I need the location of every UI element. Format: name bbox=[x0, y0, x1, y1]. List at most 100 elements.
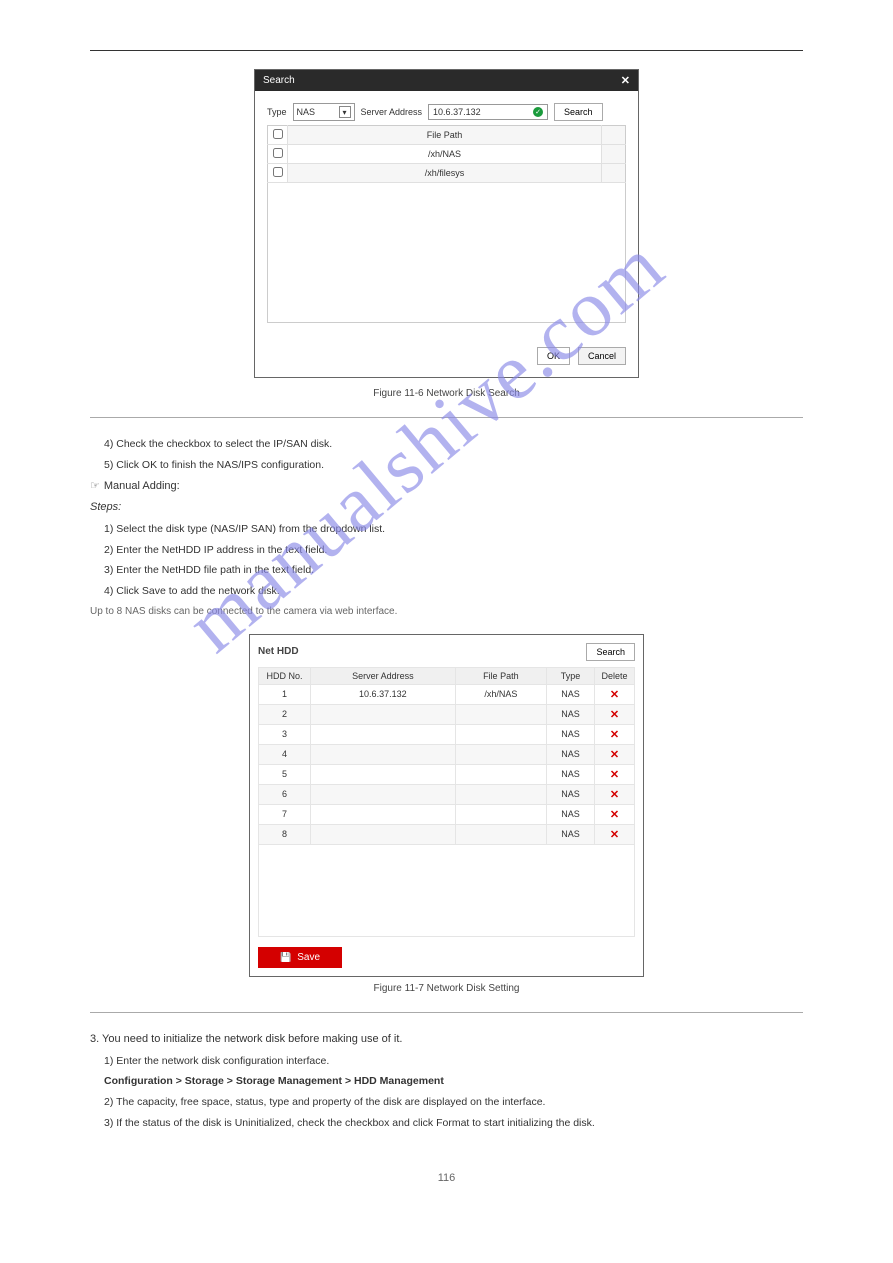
delete-icon[interactable]: ✕ bbox=[610, 749, 619, 761]
delete-icon[interactable]: ✕ bbox=[610, 689, 619, 701]
type-select[interactable]: NAS ▾ bbox=[293, 103, 355, 121]
step-text: 2) Enter the NetHDD IP address in the te… bbox=[90, 542, 803, 559]
cell: 7 bbox=[259, 804, 311, 824]
cell[interactable]: NAS bbox=[547, 724, 595, 744]
hdd-row[interactable]: 4 NAS ✕ bbox=[259, 744, 635, 764]
col-hdd-no: HDD No. bbox=[259, 667, 311, 684]
col-file-path: File Path bbox=[288, 126, 602, 145]
table-row[interactable]: /xh/filesys bbox=[268, 164, 626, 183]
delete-icon[interactable]: ✕ bbox=[610, 789, 619, 801]
cell[interactable] bbox=[311, 784, 456, 804]
hdd-row[interactable]: 110.6.37.132/xh/NASNAS ✕ bbox=[259, 684, 635, 704]
server-addr-label: Server Address bbox=[361, 107, 423, 117]
cell[interactable]: NAS bbox=[547, 804, 595, 824]
cell[interactable] bbox=[455, 764, 546, 784]
cell[interactable] bbox=[455, 744, 546, 764]
row-checkbox[interactable] bbox=[273, 167, 283, 177]
cell[interactable] bbox=[455, 804, 546, 824]
cancel-button[interactable]: Cancel bbox=[578, 347, 626, 365]
step-text: 4) Click Save to add the network disk. bbox=[90, 583, 803, 600]
dialog-titlebar: Search ✕ bbox=[255, 70, 638, 91]
cell[interactable] bbox=[311, 824, 456, 844]
table-row[interactable]: /xh/NAS bbox=[268, 145, 626, 164]
hdd-row[interactable]: 5NAS✕ bbox=[259, 764, 635, 784]
step-text: 1) Enter the network disk configuration … bbox=[90, 1053, 803, 1070]
cell: 1 bbox=[259, 684, 311, 704]
hdd-row[interactable]: 7 NAS ✕ bbox=[259, 804, 635, 824]
empty-space bbox=[267, 183, 626, 323]
cell[interactable] bbox=[455, 824, 546, 844]
hdd-row[interactable]: 2 NAS ✕ bbox=[259, 704, 635, 724]
delete-icon[interactable]: ✕ bbox=[610, 709, 619, 721]
note-text: Up to 8 NAS disks can be connected to th… bbox=[90, 604, 803, 620]
file-path-cell: /xh/filesys bbox=[288, 164, 602, 183]
cell[interactable]: NAS bbox=[547, 684, 595, 704]
cell[interactable] bbox=[311, 764, 456, 784]
col-type: Type bbox=[547, 667, 595, 684]
search-button[interactable]: Search bbox=[554, 103, 603, 121]
select-all-checkbox[interactable] bbox=[273, 129, 283, 139]
cell: 2 bbox=[259, 704, 311, 724]
step-text: 3) Enter the NetHDD file path in the tex… bbox=[90, 562, 803, 579]
cell[interactable]: NAS bbox=[547, 704, 595, 724]
cell: 6 bbox=[259, 784, 311, 804]
hdd-row[interactable]: 8 NAS ✕ bbox=[259, 824, 635, 844]
search-dialog: Search ✕ Type NAS ▾ Server Address 10.6.… bbox=[254, 69, 639, 378]
step-text: 3. You need to initialize the network di… bbox=[90, 1031, 803, 1049]
step-text: 1) Select the disk type (NAS/IP SAN) fro… bbox=[90, 521, 803, 538]
cell[interactable] bbox=[311, 704, 456, 724]
check-icon bbox=[533, 107, 543, 117]
page-number: 116 bbox=[90, 1172, 803, 1184]
nav-path: Configuration > Storage > Storage Manage… bbox=[90, 1073, 803, 1090]
cell[interactable]: 10.6.37.132 bbox=[311, 684, 456, 704]
cell[interactable] bbox=[455, 724, 546, 744]
save-button[interactable]: Save bbox=[258, 947, 342, 968]
col-server-addr: Server Address bbox=[311, 667, 456, 684]
top-rule bbox=[90, 50, 803, 51]
body-text: 4) Check the checkbox to select the IP/S… bbox=[90, 436, 803, 620]
step-text: 4) Check the checkbox to select the IP/S… bbox=[90, 436, 803, 453]
search-results-table: File Path /xh/NAS /xh/filesys bbox=[267, 125, 626, 183]
cell[interactable] bbox=[311, 804, 456, 824]
type-value: NAS bbox=[297, 107, 339, 117]
server-addr-input[interactable]: 10.6.37.132 bbox=[428, 104, 548, 120]
row-checkbox[interactable] bbox=[273, 148, 283, 158]
ok-button[interactable]: OK bbox=[537, 347, 570, 365]
step-text: 2) The capacity, free space, status, typ… bbox=[90, 1094, 803, 1111]
cell[interactable] bbox=[455, 704, 546, 724]
body-text-2: 3. You need to initialize the network di… bbox=[90, 1031, 803, 1132]
save-label: Save bbox=[297, 952, 320, 963]
close-icon[interactable]: ✕ bbox=[621, 74, 630, 87]
dialog-title: Search bbox=[263, 75, 295, 86]
panel-search-button[interactable]: Search bbox=[586, 643, 635, 661]
table-empty-area bbox=[258, 845, 635, 937]
chevron-down-icon[interactable]: ▾ bbox=[339, 106, 351, 118]
cell[interactable]: NAS bbox=[547, 744, 595, 764]
cell: 8 bbox=[259, 824, 311, 844]
server-addr-value: 10.6.37.132 bbox=[433, 107, 481, 117]
manual-heading: Manual Adding: bbox=[90, 478, 803, 496]
net-hdd-panel: Net HDD Search HDD No. Server Address Fi… bbox=[249, 634, 644, 977]
divider bbox=[90, 417, 803, 418]
delete-icon[interactable]: ✕ bbox=[610, 729, 619, 741]
cell[interactable] bbox=[311, 744, 456, 764]
hdd-row[interactable]: 3NAS✕ bbox=[259, 724, 635, 744]
steps-label: Steps: bbox=[90, 499, 803, 517]
hdd-table: HDD No. Server Address File Path Type De… bbox=[258, 667, 635, 845]
cell[interactable]: NAS bbox=[547, 764, 595, 784]
panel-title: Net HDD bbox=[258, 646, 299, 657]
cell[interactable]: NAS bbox=[547, 824, 595, 844]
hdd-row[interactable]: 6 NAS ✕ bbox=[259, 784, 635, 804]
col-delete: Delete bbox=[595, 667, 635, 684]
cell[interactable] bbox=[311, 724, 456, 744]
col-file-path: File Path bbox=[455, 667, 546, 684]
file-path-cell: /xh/NAS bbox=[288, 145, 602, 164]
cell[interactable]: NAS bbox=[547, 784, 595, 804]
delete-icon[interactable]: ✕ bbox=[610, 769, 619, 781]
delete-icon[interactable]: ✕ bbox=[610, 809, 619, 821]
cell[interactable]: /xh/NAS bbox=[455, 684, 546, 704]
divider bbox=[90, 1012, 803, 1013]
cell[interactable] bbox=[455, 784, 546, 804]
delete-icon[interactable]: ✕ bbox=[610, 829, 619, 841]
cell: 4 bbox=[259, 744, 311, 764]
